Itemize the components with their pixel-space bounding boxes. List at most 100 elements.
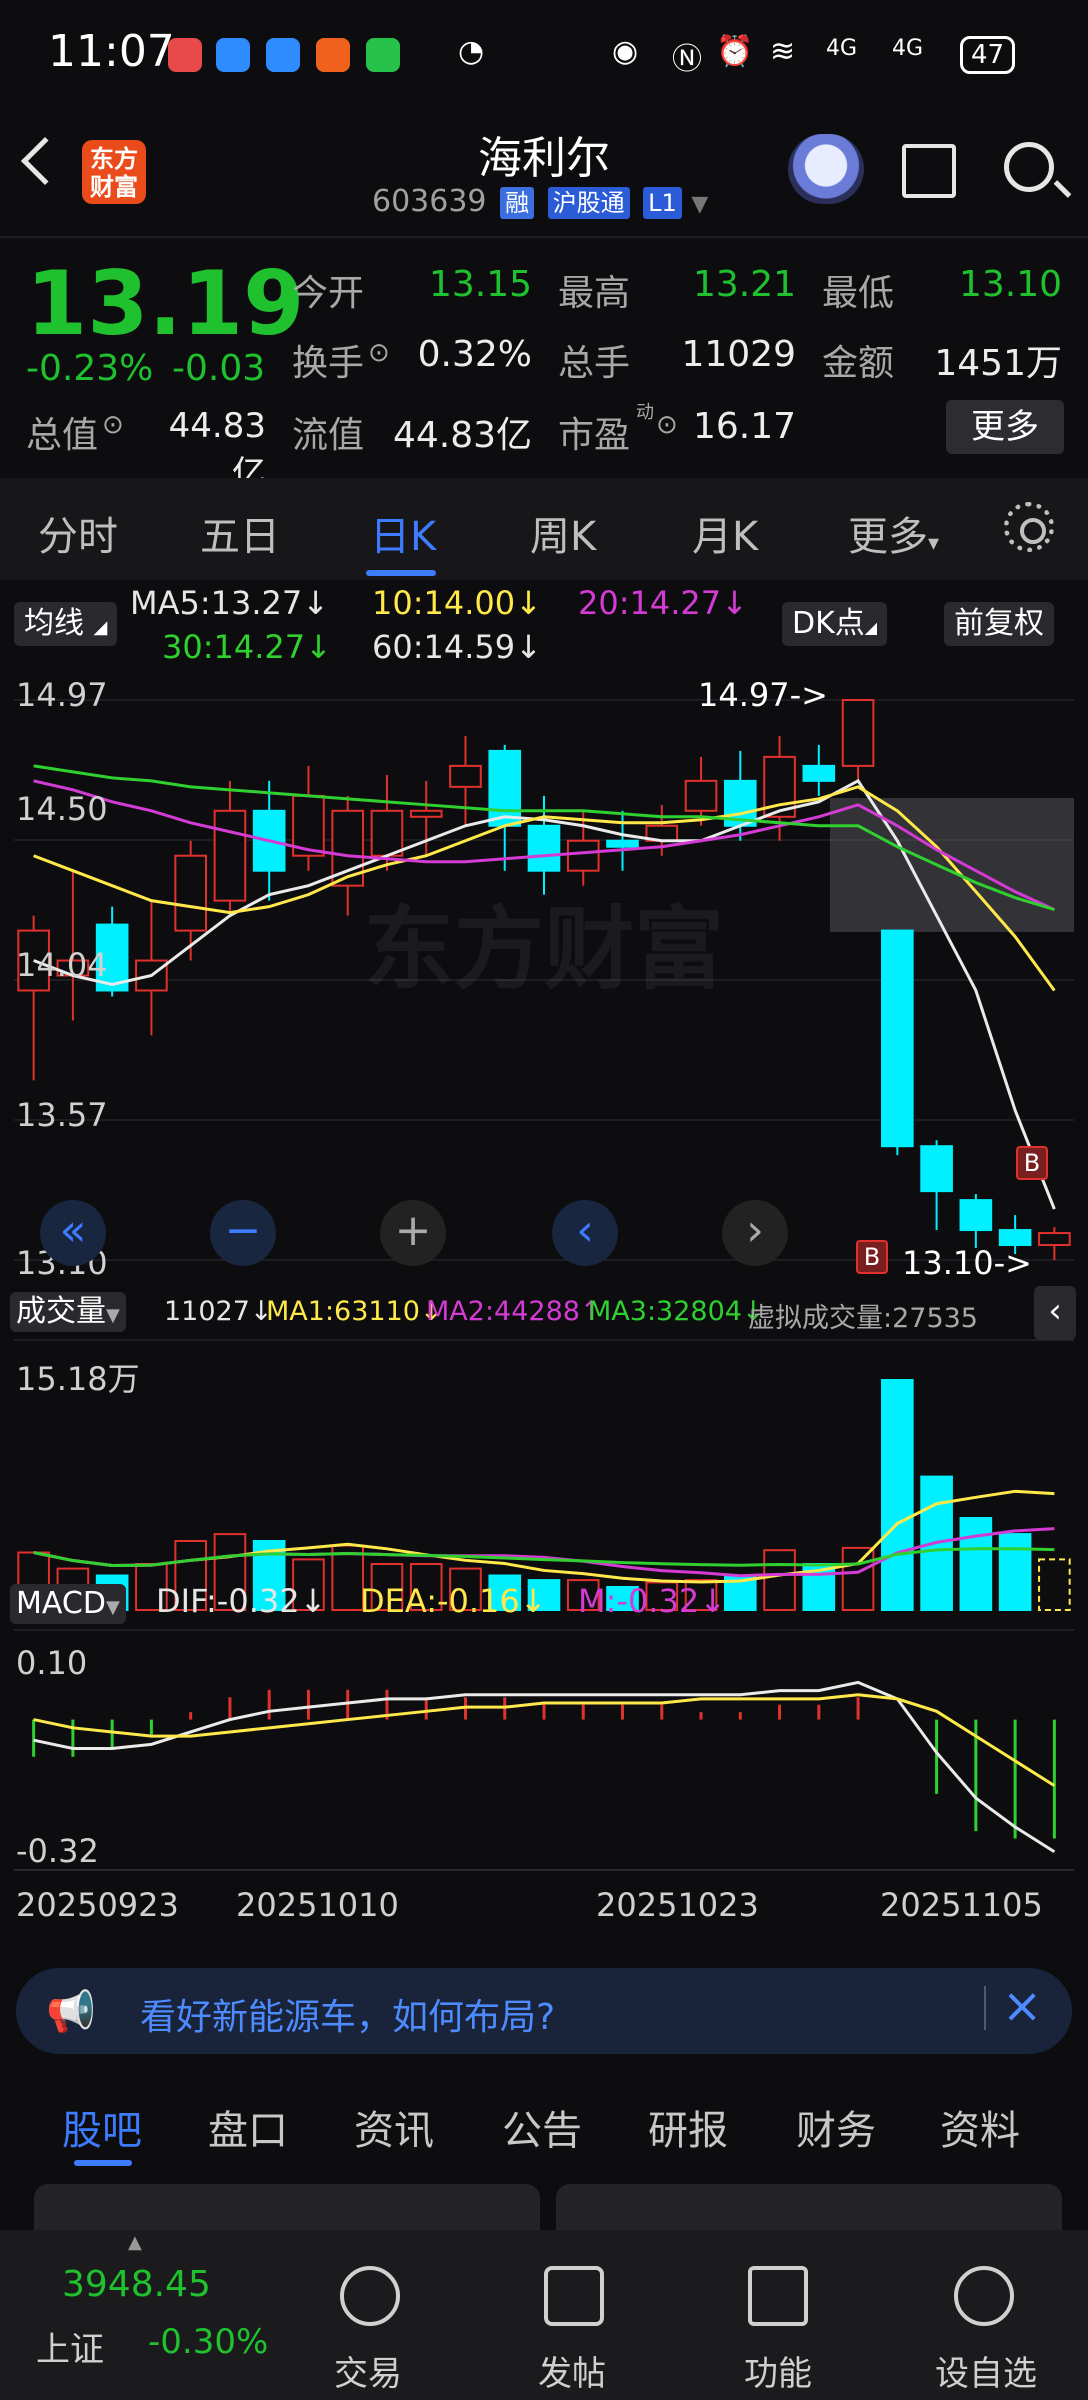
volume-bar bbox=[841, 1546, 875, 1612]
close-icon[interactable]: × bbox=[1002, 1978, 1042, 2034]
search-icon[interactable] bbox=[1004, 142, 1054, 192]
candle-body bbox=[449, 764, 482, 788]
browser-app-icon bbox=[266, 38, 300, 72]
volume-ma2: MA2:44288↑ bbox=[426, 1296, 603, 1327]
tab-intraday[interactable]: 分时 bbox=[38, 504, 118, 562]
caret-down-icon-2: ▼ bbox=[106, 1305, 120, 1326]
status-bar: 11:07 ◔ ◉ Ⓝ ⏰ ≋ 4G 4G 47 bbox=[0, 0, 1088, 110]
tab-guba[interactable]: 股吧 bbox=[62, 2098, 142, 2156]
huawei-app-icon bbox=[168, 38, 202, 72]
volume-current: 11027↓ bbox=[164, 1296, 273, 1327]
post-label[interactable]: 发帖 bbox=[502, 2346, 642, 2395]
stock-code: 603639 bbox=[372, 184, 487, 219]
post-icon[interactable] bbox=[544, 2266, 604, 2326]
candle-body bbox=[213, 809, 247, 902]
trade-icon[interactable] bbox=[340, 2266, 400, 2326]
info-icon-2[interactable]: ⊙ bbox=[102, 410, 124, 440]
macd-selector-button[interactable]: MACD▼ bbox=[10, 1584, 126, 1624]
info-tabs: 股吧 盘口 资讯 公告 研报 财务 资料 bbox=[0, 2080, 1088, 2170]
candle-body bbox=[409, 809, 443, 818]
scroll-right-icon[interactable]: › bbox=[722, 1200, 788, 1266]
macd-m: M:-0.32↓ bbox=[578, 1582, 726, 1620]
info-icon-3[interactable]: ⊙ bbox=[656, 410, 678, 440]
macd-axis-label: 0.10 bbox=[16, 1644, 88, 1682]
pe-value: 16.17 bbox=[692, 406, 796, 447]
zoom-in-icon[interactable]: + bbox=[380, 1200, 446, 1266]
amount-value: 1451万 bbox=[934, 343, 1062, 384]
battery-icon: 47 bbox=[960, 36, 1016, 74]
scroll-left-fast-icon[interactable]: « bbox=[40, 1200, 106, 1266]
volume-bar bbox=[763, 1549, 796, 1612]
tab-daily-k[interactable]: 日K bbox=[370, 504, 436, 562]
eye-icon: ◉ bbox=[612, 34, 639, 69]
zoom-out-icon[interactable]: − bbox=[210, 1200, 276, 1266]
index-value[interactable]: 3948.45 bbox=[62, 2264, 211, 2305]
trade-label[interactable]: 交易 bbox=[298, 2346, 438, 2395]
more-button[interactable]: 更多 bbox=[946, 400, 1064, 454]
info-icon[interactable]: ⊙ bbox=[368, 338, 390, 368]
active-tab-indicator bbox=[366, 570, 436, 576]
share-icon[interactable] bbox=[902, 144, 956, 198]
settings-gear-icon[interactable] bbox=[1004, 502, 1054, 552]
candle-body bbox=[802, 764, 836, 782]
high-annotation: 14.97-> bbox=[698, 676, 828, 714]
status-time: 11:07 bbox=[48, 26, 175, 77]
buy-marker[interactable]: B bbox=[856, 1240, 888, 1274]
period-tabs: 分时 五日 日K 周K 月K 更多▾ bbox=[0, 478, 1088, 580]
tab-five-day[interactable]: 五日 bbox=[200, 504, 280, 562]
candle-body bbox=[684, 779, 718, 812]
margin-tag: 融 bbox=[500, 186, 535, 219]
news-banner[interactable]: 📢 看好新能源车，如何布局? × bbox=[16, 1968, 1072, 2054]
add-watchlist-label[interactable]: 设自选 bbox=[916, 2346, 1056, 2395]
high-value: 13.21 bbox=[692, 264, 796, 305]
date-label: 20251010 bbox=[236, 1886, 399, 1924]
virtual-volume: 虚拟成交量:27535 bbox=[748, 1303, 978, 1334]
expand-up-icon[interactable]: ▲ bbox=[128, 2232, 142, 2253]
current-price: 13.19 bbox=[26, 252, 305, 355]
tab-more[interactable]: 更多▾ bbox=[848, 504, 939, 562]
news-text[interactable]: 看好新能源车，如何布局? bbox=[140, 1988, 555, 2040]
volume-bar bbox=[1038, 1558, 1071, 1612]
buy-marker[interactable]: B bbox=[1016, 1146, 1048, 1180]
macd-bars bbox=[32, 1689, 1056, 1839]
alarm-icon: ⏰ bbox=[716, 34, 754, 69]
functions-icon[interactable] bbox=[748, 2266, 808, 2326]
megaphone-icon: 📢 bbox=[46, 1989, 96, 2035]
index-name: 上证 bbox=[36, 2330, 104, 2370]
ai-assistant-icon[interactable] bbox=[788, 134, 864, 204]
news-divider bbox=[984, 1986, 986, 2030]
active-tab-indicator-2 bbox=[74, 2160, 132, 2166]
tab-monthly-k[interactable]: 月K bbox=[692, 504, 758, 562]
open-value: 13.15 bbox=[428, 264, 532, 305]
tab-profile[interactable]: 资料 bbox=[940, 2098, 1020, 2156]
date-label: 20251023 bbox=[596, 1886, 759, 1924]
collapse-icon[interactable]: ‹ bbox=[1034, 1286, 1076, 1340]
watermark: 东方财富 bbox=[364, 900, 724, 1000]
tab-weekly-k[interactable]: 周K bbox=[530, 504, 596, 562]
tab-pankou[interactable]: 盘口 bbox=[208, 2098, 288, 2156]
scroll-left-icon[interactable]: ‹ bbox=[552, 1200, 618, 1266]
volume-bar bbox=[959, 1517, 993, 1611]
functions-label[interactable]: 功能 bbox=[708, 2346, 848, 2395]
message-app-icon bbox=[216, 38, 250, 72]
nfc-icon: Ⓝ bbox=[672, 42, 702, 77]
wechat-icon bbox=[366, 38, 400, 72]
macd-dea: DEA:-0.16↓ bbox=[360, 1582, 547, 1620]
volume-selector-button[interactable]: 成交量▼ bbox=[10, 1292, 126, 1332]
tab-finance[interactable]: 财务 bbox=[796, 2098, 876, 2156]
price-axis-label: 14.97 bbox=[16, 676, 108, 714]
price-axis-label: 13.57 bbox=[16, 1096, 108, 1134]
tab-news[interactable]: 资讯 bbox=[354, 2098, 434, 2156]
header-divider bbox=[0, 236, 1088, 238]
high-label: 最高 bbox=[558, 273, 631, 314]
add-watchlist-icon[interactable] bbox=[954, 2266, 1014, 2326]
candle-body bbox=[959, 1199, 993, 1232]
volume-bar bbox=[881, 1379, 914, 1611]
index-change: -0.30% bbox=[148, 2322, 269, 2362]
pe-dynamic-sup: 动 bbox=[636, 402, 654, 423]
tab-announcement[interactable]: 公告 bbox=[502, 2098, 582, 2156]
volume-bar bbox=[998, 1533, 1032, 1611]
dropdown-icon[interactable]: ▼ bbox=[691, 192, 708, 217]
macd-dif: DIF:-0.32↓ bbox=[156, 1582, 327, 1620]
tab-research[interactable]: 研报 bbox=[648, 2098, 728, 2156]
